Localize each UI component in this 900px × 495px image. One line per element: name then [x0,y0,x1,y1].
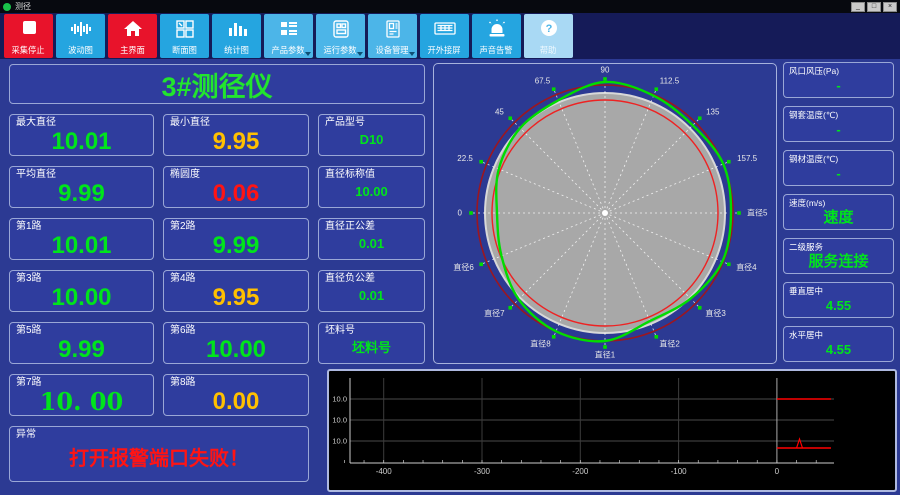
chevron-down-icon [357,52,363,56]
toolbar-button-stats-chart[interactable]: 统计图 [212,14,261,58]
cell-path-1: 第1路 10.01 [9,218,154,260]
toolbar-button-section-chart[interactable]: 断面图 [160,14,209,58]
cell-billet-no: 坯料号 坯料号 [318,322,425,364]
svg-text:0: 0 [775,467,780,476]
product-params-icon [264,19,313,39]
close-button[interactable]: × [883,1,897,12]
cell-path-6: 第6路 10.00 [163,322,309,364]
svg-text:直径4: 直径4 [736,262,757,272]
cell-path-3: 第3路 10.00 [9,270,154,312]
cell-nominal-diameter: 直径标称值 10.00 [318,166,425,208]
svg-text:135: 135 [706,107,720,116]
app-icon [3,2,11,11]
svg-text:-400: -400 [376,467,393,476]
svg-text:0: 0 [458,209,463,218]
svg-text:-100: -100 [671,467,688,476]
trend-chart-panel: 10.0 10.0 10.0 -400 -300 -200 -100 0 [327,369,897,492]
svg-text:直径8: 直径8 [530,339,551,349]
chevron-down-icon [305,52,311,56]
svg-text:90: 90 [601,66,610,75]
svg-text:22.5: 22.5 [457,154,473,163]
help-icon: ? [524,19,573,39]
toolbar-button-device-mgmt[interactable]: 设备管理 [368,14,417,58]
bar-chart-icon [212,19,261,39]
window-titlebar: 测径 _ □ × [0,0,900,13]
window-title: 测径 [15,2,31,11]
chevron-down-icon [409,52,415,56]
alarm-siren-icon [472,19,521,39]
toolbar-button-run-params[interactable]: 运行参数 [316,14,365,58]
section-chart-icon [160,19,209,39]
cell-path-4: 第4路 9.95 [163,270,309,312]
alarm-message: 打开报警端口失败！ [69,448,249,470]
cell-speed: 速度(m/s) 速度 [783,194,894,230]
svg-text:?: ? [545,23,552,35]
waveform-icon [56,19,105,39]
cell-vertical-center: 垂直居中 4.55 [783,282,894,318]
toolbar-button-wave-chart[interactable]: 波动图 [56,14,105,58]
external-screen-icon [420,19,469,39]
diameter-gauge-app: { "window": { "title": "测径", "minimize":… [0,0,900,495]
svg-text:10.0: 10.0 [332,395,347,404]
svg-text:10.0: 10.0 [332,416,347,425]
alarm-cell: 异常 打开报警端口失败！ [9,426,309,482]
svg-text:直径6: 直径6 [453,262,474,272]
cell-max-diameter: 最大直径 10.01 [9,114,154,156]
device-icon [368,19,417,39]
cell-path-5: 第5路 9.99 [9,322,154,364]
svg-text:-200: -200 [572,467,589,476]
toolbar-button-ext-screen[interactable]: 开外接屏 [420,14,469,58]
toolbar-button-main-screen[interactable]: 主界面 [108,14,157,58]
status-panel: 风口风压(Pa) - 钢套温度(℃) - 钢材温度(℃) - 速度(m/s) 速… [783,62,894,362]
cell-plus-tolerance: 直径正公差 0.01 [318,218,425,260]
stop-icon [4,19,53,39]
cell-minus-tolerance: 直径负公差 0.01 [318,270,425,312]
maximize-button[interactable]: □ [867,1,881,12]
cell-product-model: 产品型号 D10 [318,114,425,156]
page-title: 3#测径仪 [9,64,425,104]
toolbar-button-stop-acquisition[interactable]: 采集停止 [4,14,53,58]
svg-text:112.5: 112.5 [660,76,680,85]
svg-text:45: 45 [495,107,504,116]
cell-l2-service: 二级服务 服务连接 [783,238,894,274]
profile-polar-chart: 0 22.5 45 67.5 90 112.5 135 157.5 直径5 直径4 直径3 直径2 直径… [453,66,768,360]
cell-ovality: 椭圆度 0.06 [163,166,309,208]
cell-air-pressure: 风口风压(Pa) - [783,62,894,98]
toolbar-button-sound-alarm[interactable]: 声音告警 [472,14,521,58]
run-params-icon [316,19,365,39]
profile-chart-panel: 0 22.5 45 67.5 90 112.5 135 157.5 直径5 直径4 直径3 直径2 直径… [433,63,777,364]
cell-steel-temp: 钢材温度(℃) - [783,150,894,186]
svg-text:直径3: 直径3 [705,308,726,318]
toolbar-button-help[interactable]: ? 帮助 [524,14,573,58]
cell-horizontal-center: 水平居中 4.55 [783,326,894,362]
cell-path-8: 第8路 0.00 [163,374,309,416]
minimize-button[interactable]: _ [851,1,865,12]
toolbar-button-product-params[interactable]: 产品参数 [264,14,313,58]
svg-text:直径2: 直径2 [659,339,680,349]
svg-text:直径5: 直径5 [747,208,768,218]
cell-avg-diameter: 平均直径 9.99 [9,166,154,208]
cell-path-2: 第2路 9.99 [163,218,309,260]
svg-text:直径7: 直径7 [484,308,505,318]
svg-text:157.5: 157.5 [737,154,758,163]
toolbar: 采集停止 波动图 主界面 断面图 统计图 产品参数 运行参数 设备管理 开外接屏… [0,13,900,59]
svg-text:直径1: 直径1 [595,350,616,360]
cell-path-7: 第7路 10. 00 [9,374,154,416]
trend-line-chart: 10.0 10.0 10.0 -400 -300 -200 -100 0 [332,378,834,476]
svg-text:67.5: 67.5 [535,76,551,85]
cell-min-diameter: 最小直径 9.95 [163,114,309,156]
svg-text:10.0: 10.0 [332,437,347,446]
home-icon [108,19,157,39]
cell-sleeve-temp: 钢套温度(℃) - [783,106,894,142]
svg-text:-300: -300 [474,467,491,476]
